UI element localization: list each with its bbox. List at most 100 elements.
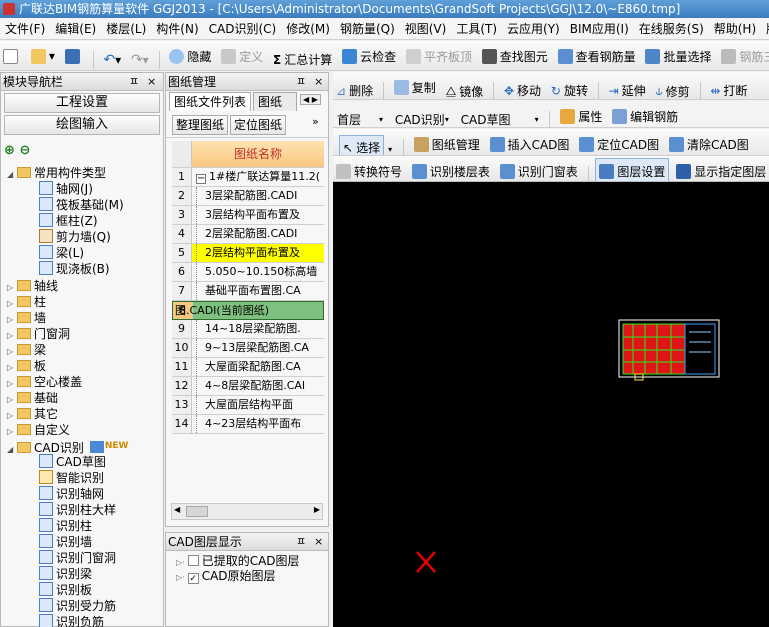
layer-settings-button[interactable]: 图层设置 [595, 158, 670, 181]
tree-group-other[interactable]: ▷ 其它 [7, 406, 58, 422]
scroll-thumb[interactable] [186, 506, 208, 517]
clear-cad-button[interactable]: 清除CAD图 [666, 131, 752, 155]
tree-cad-sketch[interactable]: CAD草图 [39, 454, 106, 470]
new-button[interactable] [0, 43, 24, 69]
tree-recognize-column[interactable]: 识别柱 [39, 518, 92, 534]
select-dropdown-icon[interactable]: ▾ [388, 145, 392, 154]
break-button[interactable]: ⇹ 打断 [707, 78, 750, 100]
cad-sketch-select[interactable]: CAD草图 ▾ [457, 109, 543, 127]
recognize-floor-table-button[interactable]: 识别楼层表 [409, 158, 493, 181]
tree-group-axis[interactable]: ▷ 轴线 [7, 278, 58, 294]
copy-button[interactable]: 复制 [391, 74, 439, 99]
summary-button[interactable]: Σ 汇总计算 [270, 47, 335, 71]
rotate-button[interactable]: ↻ 旋转 [548, 78, 591, 100]
project-settings-button[interactable]: 工程设置 [4, 93, 160, 113]
tree-recognize-main-rebar[interactable]: 识别受力筋 [39, 598, 116, 614]
menu-component[interactable]: 构件(N) [151, 18, 203, 39]
select-button[interactable]: ↖ 选择 [339, 134, 385, 155]
tree-recognize-wall[interactable]: 识别墙 [39, 534, 92, 550]
cad-recog-select[interactable]: CAD识别 ▾ [391, 109, 453, 127]
cloud-check-button[interactable]: 云检查 [339, 43, 399, 69]
tree-item-frame-column[interactable]: 框柱(Z) [39, 213, 98, 229]
tree-common-types[interactable]: ◢ 常用构件类型 [7, 165, 106, 181]
mirror-button[interactable]: ⧋ 镜像 [443, 78, 487, 99]
close-icon[interactable]: × [314, 533, 323, 551]
menu-floor[interactable]: 楼层(L) [101, 18, 151, 39]
extend-button[interactable]: ⇥ 延伸 [606, 78, 649, 100]
cad-canvas[interactable] [333, 182, 769, 627]
rebar-3d-button[interactable]: 钢筋三 [718, 43, 769, 69]
menu-tools[interactable]: 工具(T) [451, 18, 502, 39]
tree-recognize-axis[interactable]: 识别轴网 [39, 486, 104, 502]
floor-select[interactable]: 首层 ▾ [333, 109, 387, 127]
tree-group-cad[interactable]: ◢ CAD识别 NEW [7, 438, 128, 455]
menu-bim[interactable]: BIM应用(I) [565, 18, 634, 39]
properties-button[interactable]: 属性 [557, 103, 605, 127]
drawing-manager-button[interactable]: 图纸管理 [411, 131, 483, 155]
tree-group-custom[interactable]: ▷ 自定义 [7, 422, 70, 438]
tree-item-beam[interactable]: 梁(L) [39, 245, 84, 261]
hide-button[interactable]: 隐藏 [166, 43, 214, 69]
tree-item-slab[interactable]: 现浇板(B) [39, 261, 110, 277]
scrollbar-horizontal[interactable]: ◀ ▶ [171, 503, 323, 520]
layer-original-checkbox[interactable]: ✓ [187, 573, 199, 584]
more-chevron-icon[interactable]: » [312, 115, 319, 128]
menu-cloud[interactable]: 云应用(Y) [502, 18, 565, 39]
trim-button[interactable]: ⫝ 修剪 [653, 78, 693, 99]
close-icon[interactable]: × [314, 73, 323, 91]
tree-group-column[interactable]: ▷ 柱 [7, 294, 46, 310]
table-row[interactable]: 7 基础平面布置图.CA [172, 282, 324, 301]
expand-all-icon[interactable]: ⊕ [4, 143, 15, 158]
tree-recognize-door-window[interactable]: 识别门窗洞 [39, 550, 116, 566]
table-row[interactable]: 5 2层结构平面布置及 [172, 244, 324, 263]
cad-drawing-view[interactable] [333, 182, 769, 627]
pin-icon[interactable]: ㅍ [296, 533, 306, 551]
table-row[interactable]: 10 9~13层梁配筋图.CA [172, 339, 324, 358]
tab-scroll-arrows[interactable]: ◀ ▶ [300, 94, 321, 105]
table-row[interactable]: 2 3层梁配筋图.CADI [172, 187, 324, 206]
tree-recognize-beam[interactable]: 识别梁 [39, 566, 92, 582]
table-row[interactable]: 3 3层结构平面布置及 [172, 206, 324, 225]
pin-icon[interactable]: ㅍ [296, 73, 306, 91]
edit-rebar-button[interactable]: 编辑钢筋 [609, 103, 681, 127]
redo-button[interactable]: ↷ ▾ [128, 47, 152, 71]
tree-item-shear-wall[interactable]: 剪力墙(Q) [39, 229, 111, 245]
tree-recognize-neg-rebar[interactable]: 识别负筋 [39, 614, 104, 627]
scroll-right-icon[interactable]: ▶ [314, 505, 320, 514]
open-button[interactable]: ▾ [28, 43, 58, 69]
view-rebar-button[interactable]: 查看钢筋量 [555, 43, 639, 69]
draw-input-button[interactable]: 绘图输入 [4, 115, 160, 135]
table-row[interactable]: 13 大屋面层结构平面 [172, 396, 324, 415]
tree-group-slab[interactable]: ▷ 板 [7, 358, 46, 374]
tree-group-door-window[interactable]: ▷ 门窗洞 [7, 326, 70, 342]
tab-drawing-floor[interactable]: 图纸楼 [253, 92, 297, 111]
layer-extracted[interactable]: ▷· 已提取的CAD图层 [176, 553, 300, 569]
close-icon[interactable]: × [147, 73, 156, 91]
menu-cad[interactable]: CAD识别(C) [204, 18, 282, 39]
locate-drawing-button[interactable]: 定位图纸 [230, 115, 287, 135]
menu-version[interactable]: 版本 [761, 18, 769, 39]
pin-icon[interactable]: ㅍ [129, 73, 139, 91]
table-row[interactable]: 8 图.CADI(当前图纸) [172, 301, 324, 320]
tree-item-axis-grid[interactable]: 轴网(J) [39, 181, 93, 197]
tree-group-hollow-floor[interactable]: ▷ 空心楼盖 [7, 374, 82, 390]
convert-symbol-button[interactable]: 转换符号 [333, 158, 405, 181]
layer-original[interactable]: ▷· ✓ CAD原始图层 [176, 568, 276, 584]
menu-edit[interactable]: 编辑(E) [50, 18, 101, 39]
table-row[interactable]: 12 4~8层梁配筋图.CAI [172, 377, 324, 396]
collapse-toggle-icon[interactable]: − [196, 174, 206, 184]
tree-recognize-slab[interactable]: 识别板 [39, 582, 92, 598]
batch-select-button[interactable]: 批量选择 [642, 43, 714, 69]
organize-drawings-button[interactable]: 整理图纸 [172, 115, 229, 135]
find-element-button[interactable]: 查找图元 [479, 43, 551, 69]
tree-group-wall[interactable]: ▷ 墙 [7, 310, 46, 326]
table-row[interactable]: 6 5.050~10.150标高墙 [172, 263, 324, 282]
tree-group-beam[interactable]: ▷ 梁 [7, 342, 46, 358]
collapse-all-icon[interactable]: ⊖ [19, 143, 30, 158]
flat-top-button[interactable]: 平齐板顶 [403, 43, 475, 69]
table-row[interactable]: 1−1#楼广联达算量11.2( [172, 168, 324, 187]
show-layer-button[interactable]: 显示指定图层 [673, 158, 769, 181]
save-button[interactable] [62, 43, 86, 69]
menu-view[interactable]: 视图(V) [400, 18, 452, 39]
menu-file[interactable]: 文件(F) [0, 18, 50, 39]
